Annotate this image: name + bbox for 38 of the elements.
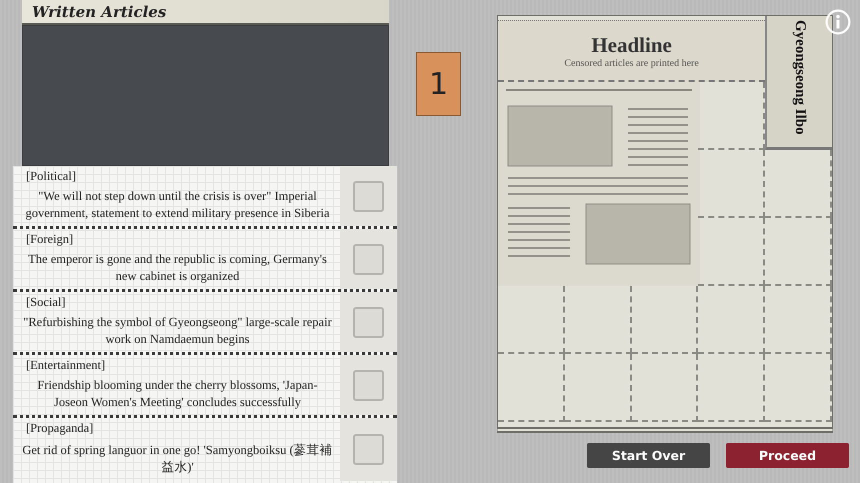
empty-slot[interactable] — [632, 286, 698, 354]
article-checkbox[interactable] — [353, 306, 384, 338]
empty-slot[interactable] — [765, 286, 832, 354]
article-checkbox[interactable] — [353, 180, 384, 212]
article-checkbox[interactable] — [353, 370, 384, 400]
info-icon[interactable] — [825, 9, 851, 35]
empty-slot[interactable] — [698, 354, 766, 422]
empty-slot[interactable] — [632, 354, 698, 422]
action-button[interactable]: Proceed — [726, 443, 849, 468]
headline-slot[interactable]: Headline Censored articles are printed here — [498, 20, 766, 82]
article-category: [Social] — [26, 295, 66, 310]
article-checkbox[interactable] — [353, 244, 384, 274]
article-counter: 1 — [416, 52, 461, 116]
article-text: "Refurbishing the symbol of Gyeongseong" large-scale repair work on Namdaemun begins — [22, 314, 333, 348]
panel-title: Written Articles — [32, 2, 166, 20]
empty-slot[interactable] — [698, 150, 766, 218]
article-text: Get rid of spring languor in one go! 'Samyongboiksu (蔘茸補益水)' — [21, 442, 334, 476]
empty-slot[interactable] — [765, 354, 832, 422]
article-text: The emperor is gone and the republic is coming, Germany's new cabinet is organized — [27, 251, 328, 285]
empty-slot[interactable] — [564, 354, 632, 422]
empty-slot[interactable] — [765, 218, 832, 286]
article-category: [Propaganda] — [26, 421, 94, 436]
empty-slot[interactable] — [698, 82, 766, 150]
article-category: [Political] — [26, 169, 76, 184]
article-category: [Entertainment] — [26, 358, 106, 373]
newspaper-name: Gyeongseong Ilbo — [791, 20, 808, 135]
headline-text: Headline — [591, 32, 672, 58]
empty-slot[interactable] — [698, 286, 766, 354]
article-checkbox[interactable] — [353, 434, 384, 465]
empty-slot[interactable] — [564, 286, 632, 354]
empty-slot[interactable] — [498, 354, 565, 422]
empty-slot[interactable] — [698, 218, 766, 286]
article-text: "We will not step down until the crisis is over" Imperial government, statement to extend military presence in Siberia — [24, 188, 331, 222]
action-button[interactable]: Start Over — [587, 443, 710, 468]
empty-slot[interactable] — [498, 286, 565, 354]
article-text: Friendship blooming under the cherry blossoms, 'Japan-Joseon Women's Meeting' concludes successfully — [36, 377, 319, 411]
article-category: [Foreign] — [26, 232, 74, 247]
headline-subtitle: Censored articles are printed here — [564, 58, 699, 68]
